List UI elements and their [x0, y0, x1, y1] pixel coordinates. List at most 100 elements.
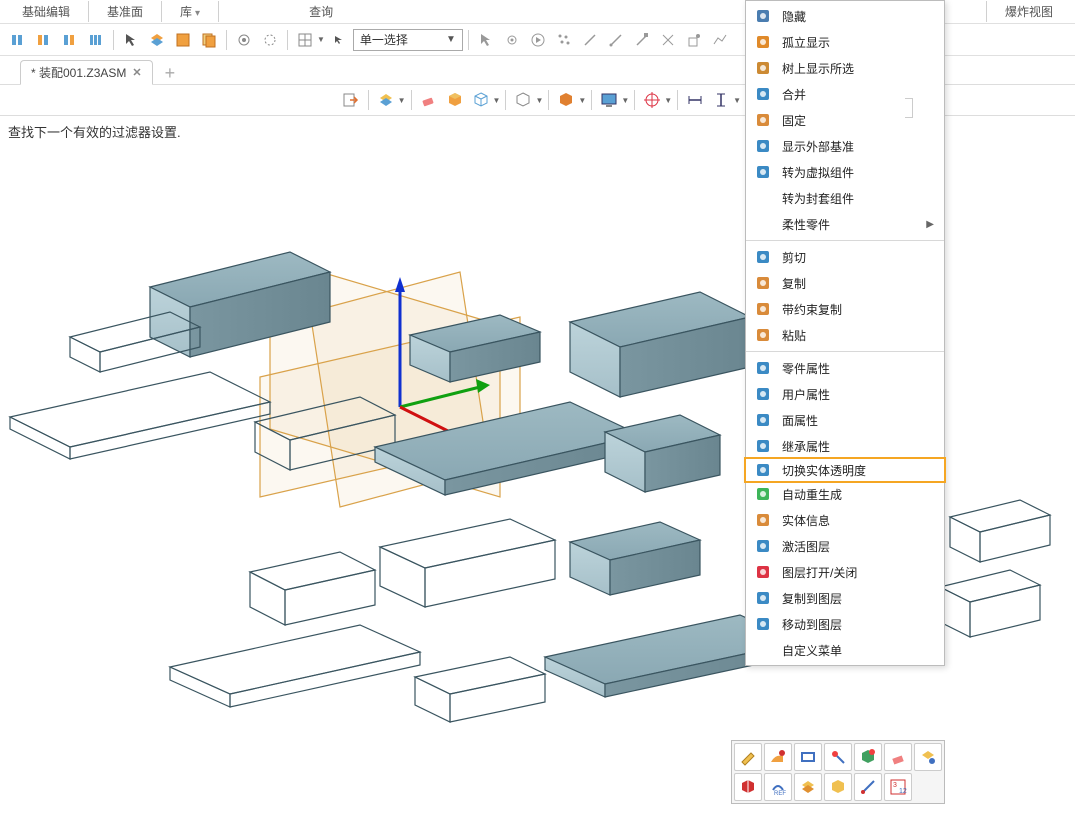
menu-tab-exploded-view[interactable]: 爆炸视图	[986, 1, 1071, 22]
submenu-arrow-icon: ▶	[926, 219, 934, 230]
context-menu-item[interactable]: 隐藏	[746, 3, 944, 29]
context-menu-item[interactable]: 树上显示所选	[746, 55, 944, 81]
context-menu-label: 切换实体透明度	[782, 462, 934, 479]
tool-scatter[interactable]	[552, 28, 576, 52]
context-menu-item[interactable]: 零件属性	[746, 355, 944, 381]
palette-btn-2[interactable]	[764, 743, 792, 771]
context-menu-item[interactable]: 转为虚拟组件	[746, 159, 944, 185]
context-menu-label: 面属性	[782, 412, 934, 429]
palette-btn-7[interactable]	[914, 743, 942, 771]
palette-btn-13[interactable]: 312	[884, 773, 912, 801]
cut-icon	[754, 248, 772, 266]
tool-line-1[interactable]	[578, 28, 602, 52]
menu-tab-query[interactable]: 查询	[218, 1, 423, 22]
palette-btn-9[interactable]: REF	[764, 773, 792, 801]
context-menu-item[interactable]: 粘贴	[746, 322, 944, 348]
selection-mode-select[interactable]: 单一选择▼	[353, 29, 463, 51]
context-menu-item[interactable]: 固定	[746, 107, 944, 133]
context-menu-item[interactable]: 实体信息	[746, 507, 944, 533]
file-tab-title: * 装配001.Z3ASM	[31, 64, 126, 81]
palette-btn-3[interactable]	[794, 743, 822, 771]
context-menu-item[interactable]: 剪切	[746, 244, 944, 270]
tool-box-corner[interactable]	[682, 28, 706, 52]
context-menu-label: 实体信息	[782, 512, 934, 529]
context-menu-item[interactable]: 复制到图层	[746, 585, 944, 611]
view-cube-outline-icon[interactable]	[511, 88, 535, 112]
view-cube-solid-icon[interactable]	[443, 88, 467, 112]
tool-doc-orange[interactable]	[171, 28, 195, 52]
virtual-icon	[754, 163, 772, 181]
view-dim-h-icon[interactable]	[683, 88, 707, 112]
context-menu-item[interactable]: 切换实体透明度	[744, 457, 946, 483]
context-menu-item[interactable]: 继承属性	[746, 433, 944, 459]
tool-layers[interactable]	[145, 28, 169, 52]
view-crosshair-icon[interactable]	[640, 88, 664, 112]
tool-target[interactable]	[232, 28, 256, 52]
view-layers-icon[interactable]	[374, 88, 398, 112]
view-cube-wire-icon[interactable]	[469, 88, 493, 112]
tool-pointer[interactable]	[119, 28, 143, 52]
view-screen-icon[interactable]	[597, 88, 621, 112]
box-11	[940, 570, 1040, 637]
tool-btn-2[interactable]	[32, 28, 56, 52]
envelope-icon	[754, 189, 772, 207]
context-menu-item[interactable]: 自动重生成	[746, 481, 944, 507]
menu-tab-library[interactable]: 库▾	[161, 1, 218, 22]
context-menu-item[interactable]: 面属性	[746, 407, 944, 433]
context-menu-item[interactable]: 用户属性	[746, 381, 944, 407]
tool-arrow-grey[interactable]	[474, 28, 498, 52]
palette-btn-1[interactable]	[734, 743, 762, 771]
palette-btn-12[interactable]	[854, 773, 882, 801]
view-eraser-icon[interactable]	[417, 88, 441, 112]
context-menu-item[interactable]: 合并	[746, 81, 944, 107]
palette-btn-10[interactable]	[794, 773, 822, 801]
context-menu-item[interactable]: 柔性零件 ▶	[746, 211, 944, 237]
context-menu-item[interactable]: 转为封套组件	[746, 185, 944, 211]
flex-icon	[754, 215, 772, 233]
context-menu-item[interactable]: 移动到图层	[746, 611, 944, 637]
tool-cross[interactable]	[656, 28, 680, 52]
context-menu-label: 复制到图层	[782, 590, 934, 607]
palette-btn-11[interactable]	[824, 773, 852, 801]
menu-tab-datum[interactable]: 基准面	[88, 1, 161, 22]
svg-text:3: 3	[893, 782, 897, 789]
palette-btn-5[interactable]	[854, 743, 882, 771]
tool-play[interactable]	[526, 28, 550, 52]
tool-circle-dots[interactable]	[258, 28, 282, 52]
tool-btn-3[interactable]	[58, 28, 82, 52]
context-menu-item[interactable]: 图层打开/关闭	[746, 559, 944, 585]
palette-btn-4[interactable]	[824, 743, 852, 771]
close-tab-icon[interactable]: ✕	[132, 66, 141, 79]
context-menu-label: 图层打开/关闭	[782, 564, 934, 581]
view-exit-icon[interactable]	[339, 88, 363, 112]
tool-line-2[interactable]	[604, 28, 628, 52]
context-menu-item[interactable]: 显示外部基准	[746, 133, 944, 159]
palette-btn-6[interactable]	[884, 743, 912, 771]
context-menu-item[interactable]: 孤立显示	[746, 29, 944, 55]
fix-icon	[754, 111, 772, 129]
context-menu-label: 移动到图层	[782, 616, 934, 633]
tool-graph[interactable]	[708, 28, 732, 52]
context-menu-item[interactable]: 带约束复制	[746, 296, 944, 322]
tool-small-cursor[interactable]	[327, 28, 351, 52]
context-menu-item[interactable]: 自定义菜单	[746, 637, 944, 663]
palette-btn-8[interactable]	[734, 773, 762, 801]
dropdown-arrow-icon[interactable]: ▼	[317, 35, 325, 44]
tool-doc-copy[interactable]	[197, 28, 221, 52]
context-menu-item[interactable]: 复制	[746, 270, 944, 296]
tool-gear[interactable]	[500, 28, 524, 52]
view-iso-icon[interactable]	[554, 88, 578, 112]
context-menu-item[interactable]: 激活图层	[746, 533, 944, 559]
tool-btn-4[interactable]	[84, 28, 108, 52]
new-tab-button[interactable]: +	[159, 63, 182, 84]
tool-btn-1[interactable]	[6, 28, 30, 52]
entity-info-icon	[754, 511, 772, 529]
tool-grid[interactable]	[293, 28, 317, 52]
box-9	[380, 519, 555, 607]
view-dim-v-icon[interactable]	[709, 88, 733, 112]
tool-edit-line[interactable]	[630, 28, 654, 52]
menu-tab-basic-edit[interactable]: 基础编辑	[4, 1, 88, 22]
file-tab-active[interactable]: * 装配001.Z3ASM ✕	[20, 60, 153, 85]
copy-layer-icon	[754, 589, 772, 607]
context-menu-label: 柔性零件	[782, 216, 916, 233]
